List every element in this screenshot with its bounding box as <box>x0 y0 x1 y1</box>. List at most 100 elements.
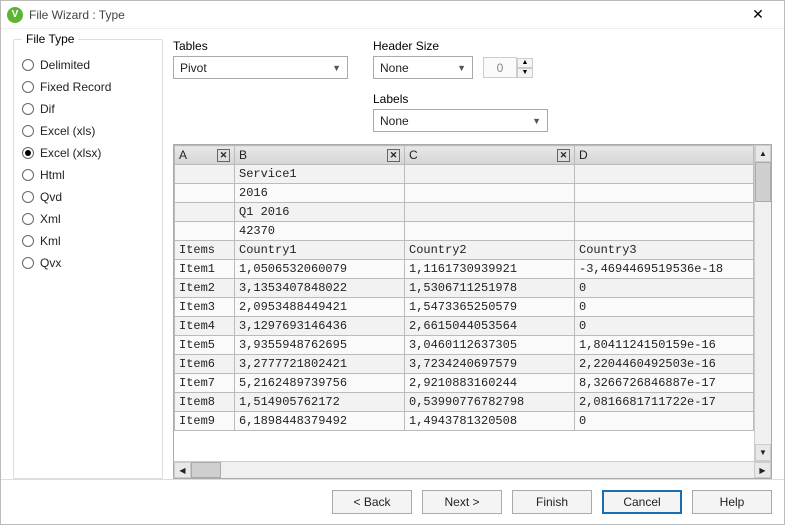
table-row[interactable]: Item81,5149057621720,539907767827982,081… <box>175 393 754 412</box>
table-cell[interactable]: Item8 <box>175 393 235 412</box>
table-cell[interactable]: Country1 <box>235 241 405 260</box>
table-cell[interactable]: 1,0506532060079 <box>235 260 405 279</box>
table-cell[interactable]: Country2 <box>405 241 575 260</box>
table-cell[interactable]: 2,0953488449421 <box>235 298 405 317</box>
table-cell[interactable]: 42370 <box>235 222 405 241</box>
table-cell[interactable] <box>175 222 235 241</box>
table-row[interactable]: Item63,27777218024213,72342406975792,220… <box>175 355 754 374</box>
filetype-radio-kml[interactable]: Kml <box>22 230 154 252</box>
table-cell[interactable]: 2,2204460492503e-16 <box>575 355 754 374</box>
column-close-icon[interactable]: ✕ <box>557 149 570 162</box>
table-cell[interactable] <box>175 203 235 222</box>
filetype-radio-xml[interactable]: Xml <box>22 208 154 230</box>
table-cell[interactable]: Item2 <box>175 279 235 298</box>
table-row[interactable]: Item75,21624897397562,92108831602448,326… <box>175 374 754 393</box>
filetype-radio-excel-xlsx-[interactable]: Excel (xlsx) <box>22 142 154 164</box>
table-cell[interactable]: 2,0816681711722e-17 <box>575 393 754 412</box>
table-cell[interactable] <box>175 184 235 203</box>
scroll-down-icon[interactable]: ▼ <box>755 444 771 461</box>
finish-button[interactable]: Finish <box>512 490 592 514</box>
table-row[interactable]: Item53,93559487626953,04601126373051,804… <box>175 336 754 355</box>
table-row[interactable]: Item23,13534078480221,53067112519780 <box>175 279 754 298</box>
filetype-radio-dif[interactable]: Dif <box>22 98 154 120</box>
tables-select[interactable]: Pivot ▼ <box>173 56 348 79</box>
table-cell[interactable]: 3,1297693146436 <box>235 317 405 336</box>
table-cell[interactable]: 1,1161730939921 <box>405 260 575 279</box>
table-cell[interactable]: 0 <box>575 279 754 298</box>
table-cell[interactable] <box>575 184 754 203</box>
table-cell[interactable]: Item4 <box>175 317 235 336</box>
table-cell[interactable]: 5,2162489739756 <box>235 374 405 393</box>
table-cell[interactable]: Item5 <box>175 336 235 355</box>
header-size-spinner-input[interactable] <box>483 57 517 78</box>
filetype-radio-fixed-record[interactable]: Fixed Record <box>22 76 154 98</box>
table-cell[interactable] <box>175 165 235 184</box>
table-cell[interactable]: 2,9210883160244 <box>405 374 575 393</box>
column-header-c[interactable]: C✕ <box>405 146 575 165</box>
table-cell[interactable]: Q1 2016 <box>235 203 405 222</box>
spinner-down-icon[interactable]: ▼ <box>517 68 533 78</box>
table-cell[interactable]: 3,2777721802421 <box>235 355 405 374</box>
table-cell[interactable]: 1,5473365250579 <box>405 298 575 317</box>
table-cell[interactable]: Item9 <box>175 412 235 431</box>
table-cell[interactable]: 0 <box>575 317 754 336</box>
column-header-d[interactable]: D <box>575 146 754 165</box>
close-icon[interactable]: ✕ <box>738 1 778 29</box>
column-header-a[interactable]: A✕ <box>175 146 235 165</box>
table-cell[interactable] <box>405 165 575 184</box>
spinner-up-icon[interactable]: ▲ <box>517 58 533 68</box>
cancel-button[interactable]: Cancel <box>602 490 682 514</box>
horizontal-scrollbar[interactable]: ◀ ▶ <box>174 461 771 478</box>
column-header-b[interactable]: B✕ <box>235 146 405 165</box>
scroll-thumb[interactable] <box>191 462 221 478</box>
help-button[interactable]: Help <box>692 490 772 514</box>
scroll-thumb[interactable] <box>755 162 771 202</box>
table-row[interactable]: Item11,05065320600791,1161730939921-3,46… <box>175 260 754 279</box>
scroll-left-icon[interactable]: ◀ <box>174 462 191 478</box>
table-cell[interactable]: 3,1353407848022 <box>235 279 405 298</box>
table-cell[interactable] <box>405 203 575 222</box>
table-cell[interactable]: 2,6615044053564 <box>405 317 575 336</box>
column-close-icon[interactable]: ✕ <box>387 149 400 162</box>
table-cell[interactable]: Country3 <box>575 241 754 260</box>
table-cell[interactable]: 8,3266726846887e-17 <box>575 374 754 393</box>
scroll-right-icon[interactable]: ▶ <box>754 462 771 478</box>
filetype-radio-delimited[interactable]: Delimited <box>22 54 154 76</box>
table-cell[interactable] <box>575 165 754 184</box>
table-cell[interactable]: 0 <box>575 298 754 317</box>
table-cell[interactable]: 1,8041124150159e-16 <box>575 336 754 355</box>
filetype-radio-html[interactable]: Html <box>22 164 154 186</box>
next-button[interactable]: Next > <box>422 490 502 514</box>
header-size-select[interactable]: None ▼ <box>373 56 473 79</box>
header-size-spinner[interactable]: ▲ ▼ <box>483 57 533 78</box>
table-cell[interactable] <box>405 222 575 241</box>
table-cell[interactable] <box>575 222 754 241</box>
vertical-scrollbar[interactable]: ▲ ▼ <box>754 145 771 461</box>
table-cell[interactable]: Item7 <box>175 374 235 393</box>
table-cell[interactable]: 2016 <box>235 184 405 203</box>
table-row[interactable]: 2016 <box>175 184 754 203</box>
table-cell[interactable]: 3,0460112637305 <box>405 336 575 355</box>
table-row[interactable]: Q1 2016 <box>175 203 754 222</box>
table-cell[interactable]: Item6 <box>175 355 235 374</box>
table-row[interactable]: 42370 <box>175 222 754 241</box>
table-cell[interactable]: 1,5306711251978 <box>405 279 575 298</box>
table-cell[interactable]: 1,514905762172 <box>235 393 405 412</box>
table-cell[interactable]: 3,7234240697579 <box>405 355 575 374</box>
table-cell[interactable]: 0,53990776782798 <box>405 393 575 412</box>
column-close-icon[interactable]: ✕ <box>217 149 230 162</box>
scroll-up-icon[interactable]: ▲ <box>755 145 771 162</box>
filetype-radio-excel-xls-[interactable]: Excel (xls) <box>22 120 154 142</box>
table-cell[interactable]: 0 <box>575 412 754 431</box>
table-cell[interactable]: Item3 <box>175 298 235 317</box>
table-cell[interactable]: 6,1898448379492 <box>235 412 405 431</box>
filetype-radio-qvd[interactable]: Qvd <box>22 186 154 208</box>
table-row[interactable]: Service1 <box>175 165 754 184</box>
back-button[interactable]: < Back <box>332 490 412 514</box>
table-cell[interactable]: 1,4943781320508 <box>405 412 575 431</box>
table-cell[interactable] <box>575 203 754 222</box>
table-row[interactable]: ItemsCountry1Country2Country3 <box>175 241 754 260</box>
filetype-radio-qvx[interactable]: Qvx <box>22 252 154 274</box>
table-cell[interactable]: -3,4694469519536e-18 <box>575 260 754 279</box>
table-row[interactable]: Item43,12976931464362,66150440535640 <box>175 317 754 336</box>
